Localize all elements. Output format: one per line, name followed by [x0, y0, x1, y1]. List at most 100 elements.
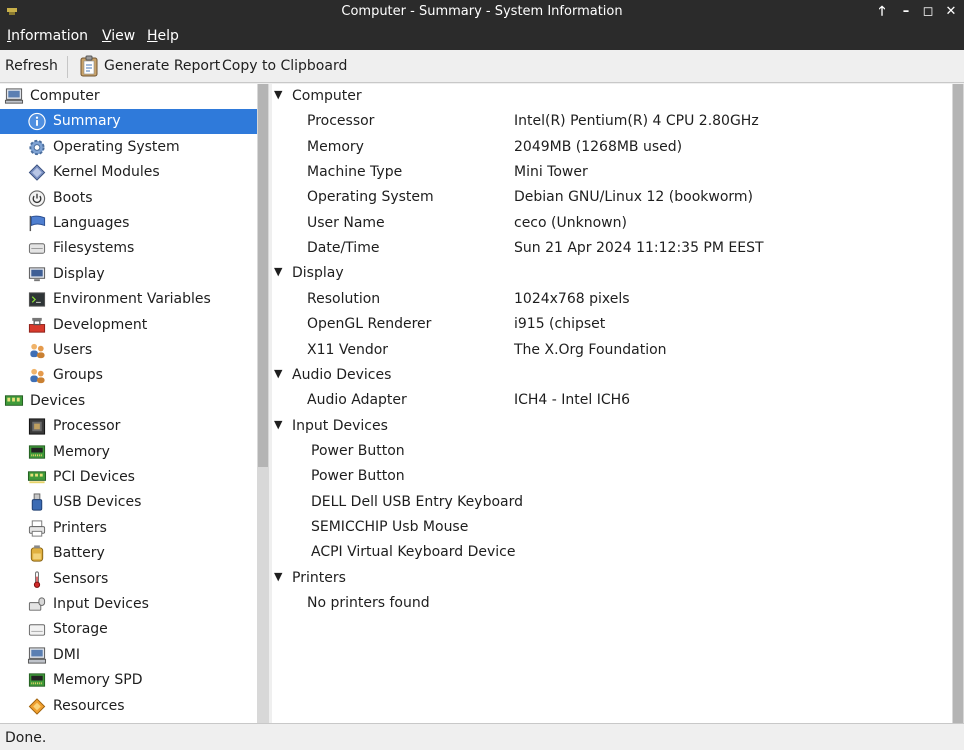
detail-key: X11 Vendor [307, 341, 389, 358]
sidebar-item-battery[interactable]: Battery [0, 541, 257, 566]
sidebar-item-storage[interactable]: Storage [0, 617, 257, 642]
section-label: Printers [292, 569, 346, 586]
toolbox-icon [28, 317, 46, 333]
section-header[interactable]: ▼ Display [272, 261, 952, 286]
sidebar-item-display[interactable]: Display [0, 262, 257, 287]
menu-view[interactable]: View [102, 28, 135, 44]
menu-help[interactable]: Help [147, 28, 179, 44]
details-scrollbar-thumb[interactable] [953, 84, 963, 723]
sidebar-item-label: Environment Variables [53, 291, 211, 308]
sidebar-item-filesystems[interactable]: Filesystems [0, 236, 257, 261]
sidebar-item-dmi[interactable]: DMI [0, 643, 257, 668]
detail-row[interactable]: Operating System Debian GNU/Linux 12 (boo… [272, 185, 952, 210]
detail-row[interactable]: Date/Time Sun 21 Apr 2024 11:12:35 PM EES… [272, 236, 952, 261]
sidebar-item-languages[interactable]: Languages [0, 211, 257, 236]
list-item[interactable]: ACPI Virtual Keyboard Device [272, 540, 952, 565]
expander-arrow-icon[interactable]: ▼ [274, 88, 282, 101]
minimize-button[interactable]: – [897, 3, 915, 21]
sidebar-item-label: Boots [53, 189, 93, 206]
expander-arrow-icon[interactable]: ▼ [274, 265, 282, 278]
sidebar-item-users[interactable]: Users [0, 338, 257, 363]
detail-value: ceco (Unknown) [514, 214, 627, 231]
sidebar-item-input-devices[interactable]: Input Devices [0, 592, 257, 617]
section-header[interactable]: ▼ Audio Devices [272, 363, 952, 388]
sidebar-item-pci-devices[interactable]: PCI Devices [0, 465, 257, 490]
details-pane: ▼ Computer Processor Intel(R) Pentium(R) 4 … [272, 84, 952, 723]
sidebar-item-label: Sensors [53, 570, 109, 587]
detail-key: Processor [307, 113, 375, 130]
sidebar-item-printers[interactable]: Printers [0, 516, 257, 541]
expander-arrow-icon[interactable]: ▼ [274, 570, 282, 583]
sidebar-scrollbar[interactable] [257, 84, 269, 723]
sidebar-item-operating-system[interactable]: Operating System [0, 135, 257, 160]
detail-key: Memory [307, 138, 364, 155]
sidebar-item-label: Users [53, 342, 93, 358]
sidebar-item-groups[interactable]: Groups [0, 363, 257, 388]
item-label: ACPI Virtual Keyboard Device [311, 544, 516, 561]
restore-button[interactable]: ◻ [919, 3, 937, 21]
sidebar-item-label: Development [53, 316, 148, 333]
expander-arrow-icon[interactable]: ▼ [274, 367, 282, 380]
close-button[interactable]: ✕ [942, 3, 960, 21]
sidebar-item-label: Computer [30, 88, 100, 104]
sidebar-item-resources[interactable]: Resources [0, 694, 257, 719]
sidebar-scrollbar-thumb[interactable] [258, 84, 268, 467]
expander-arrow-icon[interactable]: ▼ [274, 418, 282, 431]
detail-value: ICH4 - Intel ICH6 [514, 392, 631, 409]
sidebar-item-development[interactable]: Development [0, 313, 257, 338]
detail-row[interactable]: User Name ceco (Unknown) [272, 211, 952, 236]
report-clipboard-icon[interactable] [79, 55, 99, 77]
maximize-up-button[interactable]: 🡑 [873, 3, 891, 21]
section-label: Computer [292, 88, 362, 104]
detail-key: Machine Type [307, 164, 403, 181]
sidebar-item-label: Memory SPD [53, 672, 143, 689]
detail-row[interactable]: Resolution 1024x768 pixels [272, 287, 952, 312]
list-item[interactable]: SEMICCHIP Usb Mouse [272, 515, 952, 540]
list-item[interactable]: Power Button [272, 439, 952, 464]
section-header[interactable]: ▼ Printers [272, 566, 952, 591]
detail-value: Mini Tower [514, 164, 588, 181]
section-header[interactable]: ▼ Computer [272, 84, 952, 109]
copy-to-clipboard-button[interactable]: Copy to Clipboard [222, 58, 347, 74]
dmi-icon [27, 647, 47, 664]
resources-icon [28, 697, 46, 715]
section-header[interactable]: ▼ Input Devices [272, 414, 952, 439]
title-bar: Computer - Summary - System Information … [0, 0, 964, 25]
list-item[interactable]: DELL Dell USB Entry Keyboard [272, 490, 952, 515]
sidebar-item-processor[interactable]: Processor [0, 414, 257, 439]
section-label: Audio Devices [292, 366, 392, 383]
sidebar-item-devices[interactable]: Devices [0, 389, 257, 414]
item-label: Power Button [311, 468, 405, 485]
detail-row[interactable]: X11 Vendor The X.Org Foundation [272, 338, 952, 363]
detail-row[interactable]: No printers found [272, 591, 952, 616]
sidebar-item-computer[interactable]: Computer [0, 84, 257, 109]
drive-icon [28, 243, 46, 255]
sidebar-item-kernel-modules[interactable]: Kernel Modules [0, 160, 257, 185]
detail-row[interactable]: OpenGL Renderer i915 (chipset [272, 312, 952, 337]
list-item[interactable]: Power Button [272, 464, 952, 489]
monitor-icon [28, 267, 46, 281]
refresh-button[interactable]: Refresh [5, 58, 58, 74]
detail-row[interactable]: Machine Type Mini Tower [272, 160, 952, 185]
sidebar-item-usb-devices[interactable]: USB Devices [0, 490, 257, 515]
sidebar-item-summary[interactable]: Summary [0, 109, 257, 135]
menu-information[interactable]: Information [7, 28, 88, 44]
detail-row[interactable]: Memory 2049MB (1268MB used) [272, 135, 952, 160]
storage-icon [28, 624, 46, 637]
detail-row[interactable]: Audio Adapter ICH4 - Intel ICH6 [272, 388, 952, 413]
sidebar-item-label: Kernel Modules [53, 164, 160, 181]
details-scrollbar[interactable] [952, 84, 964, 723]
section-label: Display [292, 265, 344, 282]
detail-row[interactable]: Processor Intel(R) Pentium(R) 4 CPU 2.80G… [272, 109, 952, 134]
sidebar-item-sensors[interactable]: Sensors [0, 567, 257, 592]
memory-icon [28, 444, 46, 459]
item-label: Power Button [311, 442, 405, 459]
sidebar-item-boots[interactable]: Boots [0, 186, 257, 211]
sidebar-item-memory[interactable]: Memory [0, 440, 257, 465]
sidebar-item-memory-spd[interactable]: Memory SPD [0, 668, 257, 693]
sidebar-item-label: Groups [53, 367, 103, 384]
detail-key: Date/Time [307, 240, 380, 257]
sidebar-item-environment-variables[interactable]: Environment Variables [0, 287, 257, 312]
generate-report-button[interactable]: Generate Report [104, 58, 220, 74]
sidebar-tree[interactable]: Computer Summary Operating System Kernel Mo… [0, 84, 257, 723]
